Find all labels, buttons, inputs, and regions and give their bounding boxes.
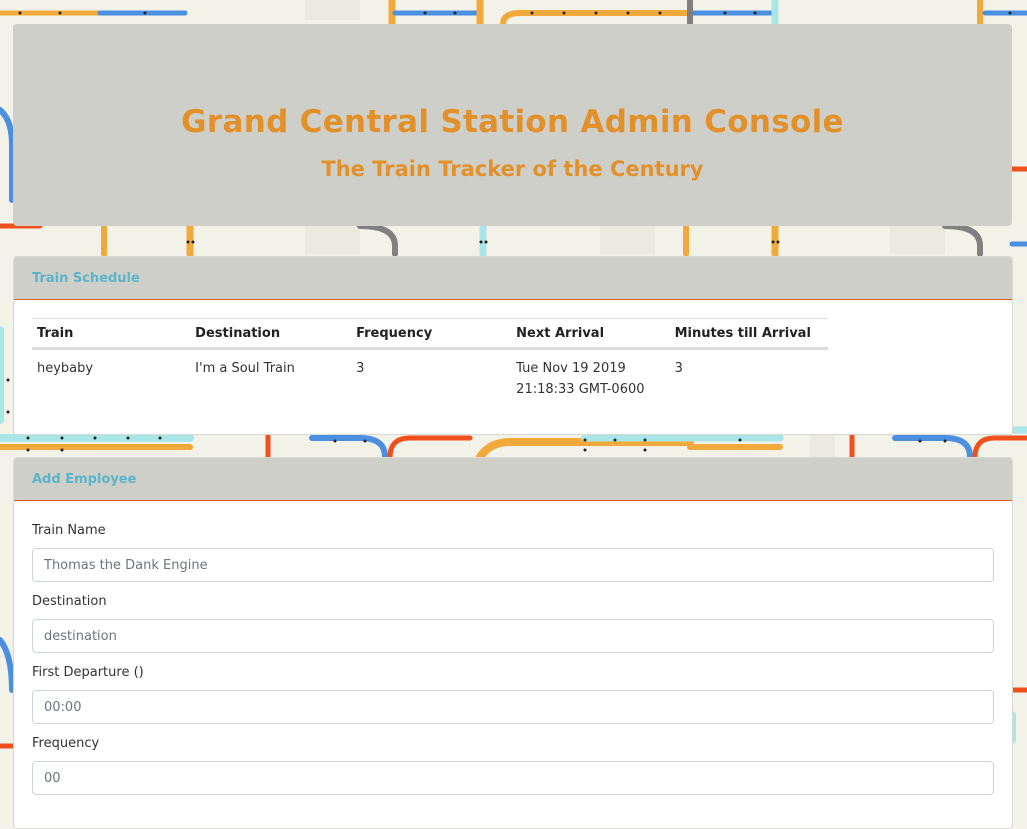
train-schedule-table: Train Destination Frequency Next Arrival… [32,318,828,404]
header-banner: Grand Central Station Admin Console The … [13,24,1012,226]
cell-minutes: 3 [674,361,683,376]
train-name-input[interactable] [32,548,994,582]
first-departure-label: First Departure () [32,665,144,680]
column-header-destination: Destination [190,318,352,350]
train-schedule-title: Train Schedule [32,270,140,286]
add-employee-title: Add Employee [32,471,137,487]
cell-frequency: 3 [356,361,365,376]
column-header-frequency: Frequency [351,318,512,350]
destination-label: Destination [32,594,107,609]
first-departure-input[interactable] [32,690,994,724]
form-group-destination: Destination [32,594,994,653]
table-header-row: Train Destination Frequency Next Arrival… [32,318,828,350]
destination-input[interactable] [32,619,994,653]
frequency-label: Frequency [32,736,100,751]
column-header-minutes-till-arrival: Minutes till Arrival [669,318,828,350]
table-row: heybaby I'm a Soul Train 3 Tue Nov 19 20… [32,349,828,405]
form-group-frequency: Frequency [32,736,994,795]
cell-train: heybaby [37,361,94,376]
column-header-train: Train [32,318,191,350]
cell-destination: I'm a Soul Train [195,361,295,376]
page-subtitle: The Train Tracker of the Century [321,157,704,181]
train-name-label: Train Name [32,523,106,538]
add-employee-card: Add Employee Train Name Destination Firs… [13,457,1013,829]
column-header-next-arrival: Next Arrival [511,318,670,350]
cell-next-arrival: Tue Nov 19 2019 21:18:33 GMT-0600 [516,361,645,397]
add-train-form: Train Name Destination First Departure (… [14,501,1012,795]
train-schedule-card: Train Schedule Train Destination Frequen… [13,256,1013,435]
add-employee-header: Add Employee [14,458,1012,501]
page-title: Grand Central Station Admin Console [181,104,844,140]
form-group-train-name: Train Name [32,523,994,582]
train-schedule-header: Train Schedule [14,257,1012,300]
frequency-input[interactable] [32,761,994,795]
form-group-first-departure: First Departure () [32,665,994,724]
